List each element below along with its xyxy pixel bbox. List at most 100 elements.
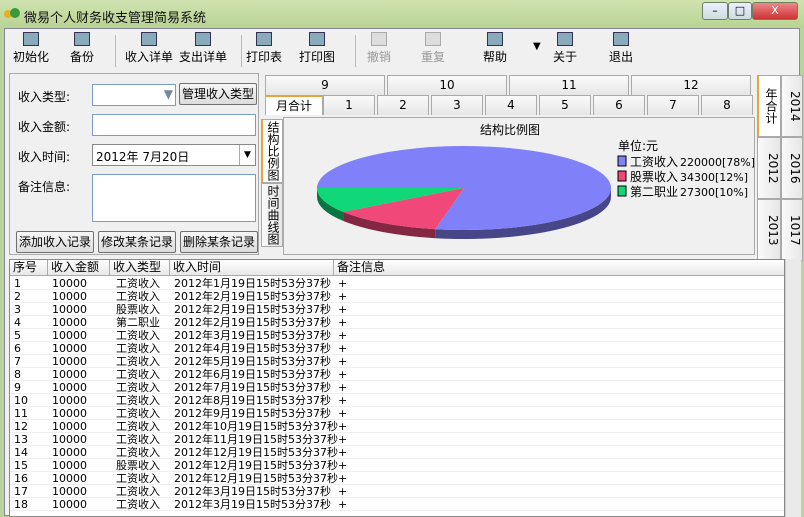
table-row[interactable]: 8 10000 工资收入 2012年6月19日15时53分37秒 + xyxy=(10,368,784,381)
maximize-button[interactable]: □ xyxy=(728,2,752,20)
table-row[interactable]: 18 10000 工资收入 2012年3月19日15时53分37秒 + xyxy=(10,498,784,511)
tab-month-9[interactable]: 9 xyxy=(265,75,385,95)
tab-year-1017[interactable]: 1017 xyxy=(781,199,803,261)
tab-month-2[interactable]: 2 xyxy=(377,95,429,115)
toolbar-button-2[interactable]: 收入详单 xyxy=(123,32,175,65)
table-cell: 13 xyxy=(14,433,28,446)
table-row[interactable]: 10 10000 工资收入 2012年8月19日15时53分37秒 + xyxy=(10,394,784,407)
toolbar-icon xyxy=(195,32,211,46)
tab-month-7[interactable]: 7 xyxy=(647,95,699,115)
tab-month-8[interactable]: 8 xyxy=(701,95,753,115)
column-header[interactable]: 序号 xyxy=(10,260,48,276)
toolbar-label: 初始化 xyxy=(12,50,49,64)
table-cell: 2012年2月19日15时53分37秒 xyxy=(174,316,331,329)
table-row[interactable]: 2 10000 工资收入 2012年2月19日15时53分37秒 + xyxy=(10,290,784,303)
column-header[interactable]: 收入金额 xyxy=(48,260,110,276)
toolbar-button-3[interactable]: 支出详单 xyxy=(177,32,229,65)
toolbar-button-0[interactable]: 初始化 xyxy=(11,32,51,65)
tab-chart-1[interactable]: 时间曲线图 xyxy=(261,183,283,247)
toolbar-button-7[interactable]: 重复 xyxy=(417,32,449,65)
tab-month-12[interactable]: 12 xyxy=(631,75,751,95)
table-cell: 11 xyxy=(14,407,28,420)
tab-month-0[interactable]: 月合计 xyxy=(265,95,323,115)
tab-month-6[interactable]: 6 xyxy=(593,95,645,115)
table-row[interactable]: 16 10000 工资收入 2012年12月19日15时53分37秒 + xyxy=(10,472,784,485)
time-label: 收入时间: xyxy=(18,150,71,164)
toolbar-button-6[interactable]: 撤销 xyxy=(363,32,395,65)
toolbar-button-8[interactable]: 帮助 xyxy=(477,32,513,65)
tab-month-11[interactable]: 11 xyxy=(509,75,629,95)
chevron-down-icon: ▼ xyxy=(163,87,173,101)
table-cell: + xyxy=(338,407,348,420)
table-cell: 2012年12月19日15时53分37秒 xyxy=(174,446,338,459)
table-row[interactable]: 11 10000 工资收入 2012年9月19日15时53分37秒 + xyxy=(10,407,784,420)
column-header[interactable]: 收入时间 xyxy=(170,260,334,276)
table-row[interactable]: 3 10000 股票收入 2012年2月19日15时53分37秒 + xyxy=(10,303,784,316)
toolbar-icon xyxy=(487,32,503,46)
table-row[interactable]: 5 10000 工资收入 2012年3月19日15时53分37秒 + xyxy=(10,329,784,342)
table-cell: 10000 xyxy=(52,355,87,368)
edit-record-button[interactable]: 修改某条记录 xyxy=(98,231,176,253)
table-cell: + xyxy=(338,498,348,511)
table-cell: 工资收入 xyxy=(116,381,160,394)
manage-type-button[interactable]: 管理收入类型 xyxy=(179,83,257,105)
toolbar-icon xyxy=(613,32,629,46)
table-row[interactable]: 15 10000 股票收入 2012年12月19日15时53分37秒 + xyxy=(10,459,784,472)
amount-input[interactable] xyxy=(92,114,256,136)
tab-month-5[interactable]: 5 xyxy=(539,95,591,115)
tab-year-2012[interactable]: 2012 xyxy=(757,137,781,199)
column-header[interactable]: 收入类型 xyxy=(110,260,170,276)
chart-title: 结构比例图 xyxy=(480,122,540,137)
toolbar-button-10[interactable]: 退出 xyxy=(605,32,637,65)
table-cell: 10000 xyxy=(52,303,87,316)
table-cell: + xyxy=(338,446,348,459)
delete-record-button[interactable]: 删除某条记录 xyxy=(180,231,258,253)
toolbar-label: 支出详单 xyxy=(178,50,227,64)
legend-unit: 单位:元 xyxy=(618,138,658,153)
toolbar-icon xyxy=(256,32,272,46)
table-cell: 2012年8月19日15时53分37秒 xyxy=(174,394,331,407)
table-row[interactable]: 12 10000 工资收入 2012年10月19日15时53分37秒 + xyxy=(10,420,784,433)
toolbar-button-1[interactable]: 备份 xyxy=(65,32,99,65)
table-cell: 12 xyxy=(14,420,28,433)
tab-year-2016[interactable]: 2016 xyxy=(781,137,803,199)
tab-year-2014[interactable]: 2014 xyxy=(781,75,803,137)
toolbar-icon xyxy=(425,32,441,46)
tab-month-10[interactable]: 10 xyxy=(387,75,507,95)
table-row[interactable]: 7 10000 工资收入 2012年5月19日15时53分37秒 + xyxy=(10,355,784,368)
vertical-scrollbar[interactable] xyxy=(785,259,801,517)
tab-chart-0[interactable]: 结构比例图 xyxy=(261,119,283,183)
note-textarea[interactable] xyxy=(92,174,256,222)
table-row[interactable]: 4 10000 第二职业 2012年2月19日15时53分37秒 + xyxy=(10,316,784,329)
tab-year-2013[interactable]: 2013 xyxy=(757,199,781,261)
table-row[interactable]: 14 10000 工资收入 2012年12月19日15时53分37秒 + xyxy=(10,446,784,459)
table-cell: 2012年1月19日15时53分37秒 xyxy=(174,277,331,290)
tab-month-3[interactable]: 3 xyxy=(431,95,483,115)
toolbar-button-5[interactable]: 打印图 xyxy=(297,32,337,65)
table-row[interactable]: 9 10000 工资收入 2012年7月19日15时53分37秒 + xyxy=(10,381,784,394)
toolbar-button-4[interactable]: 打印表 xyxy=(245,32,283,65)
toolbar-label: 帮助 xyxy=(482,50,507,64)
table-cell: 10000 xyxy=(52,316,87,329)
table-cell: 7 xyxy=(14,355,21,368)
tab-year-年合计[interactable]: 年合计 xyxy=(757,75,781,137)
minimize-button[interactable]: – xyxy=(702,2,728,20)
time-picker[interactable]: 2012年 7月20日 ▼ xyxy=(92,144,256,166)
toolbar-button-9[interactable]: 关于 xyxy=(549,32,581,65)
table-row[interactable]: 13 10000 工资收入 2012年11月19日15时53分37秒 + xyxy=(10,433,784,446)
table-cell: 10000 xyxy=(52,485,87,498)
help-dropdown-icon[interactable]: ▼ xyxy=(533,41,541,52)
add-record-button[interactable]: 添加收入记录 xyxy=(16,231,94,253)
type-select[interactable]: ▼ xyxy=(92,84,176,106)
column-header[interactable]: 备注信息 xyxy=(334,260,784,276)
toolbar-label: 退出 xyxy=(608,50,633,64)
table-cell: 工资收入 xyxy=(116,290,160,303)
table-row[interactable]: 1 10000 工资收入 2012年1月19日15时53分37秒 + xyxy=(10,277,784,290)
chevron-down-icon[interactable]: ▼ xyxy=(239,145,255,165)
tab-month-4[interactable]: 4 xyxy=(485,95,537,115)
close-button[interactable]: X xyxy=(752,2,798,20)
table-row[interactable]: 6 10000 工资收入 2012年4月19日15时53分37秒 + xyxy=(10,342,784,355)
table-row[interactable]: 17 10000 工资收入 2012年3月19日15时53分37秒 + xyxy=(10,485,784,498)
table-cell: 2012年3月19日15时53分37秒 xyxy=(174,498,331,511)
tab-month-1[interactable]: 1 xyxy=(323,95,375,115)
